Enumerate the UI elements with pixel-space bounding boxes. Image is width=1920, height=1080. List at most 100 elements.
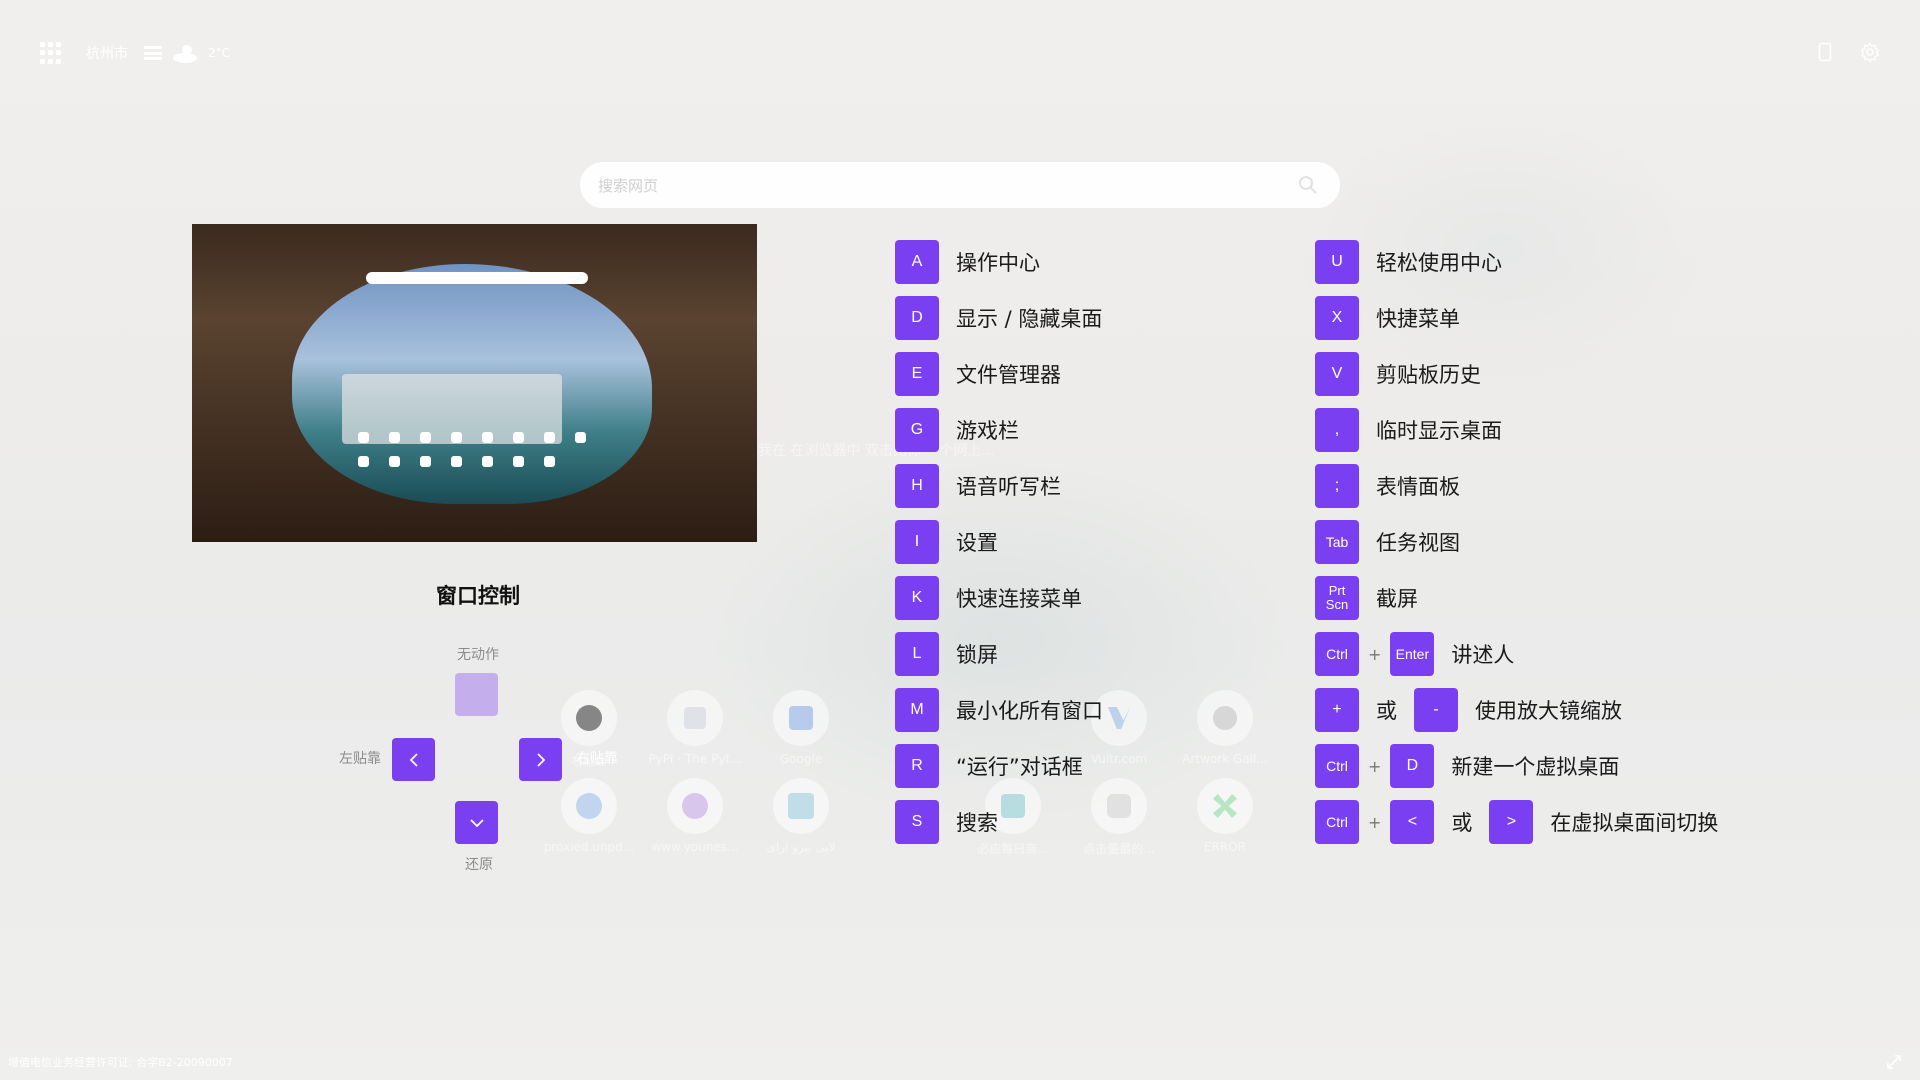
shortcut-desc: 讲述人: [1451, 643, 1515, 667]
shortcut-row: ; 表情面板: [1315, 464, 1460, 508]
shortcut-key: ;: [1315, 464, 1359, 508]
apps-grid-icon[interactable]: [40, 42, 62, 64]
or-text: 或: [1451, 811, 1473, 835]
shortcut-row: Prt Scn 截屏: [1315, 576, 1418, 620]
chevron-right-icon: [536, 752, 545, 767]
ghost-tile: 点击量最的...: [1083, 778, 1174, 857]
shortcut-row: X 快捷菜单: [1315, 296, 1460, 340]
window-snap-preview-image: [192, 224, 757, 542]
shortcut-desc: 在虚拟桌面间切换: [1550, 811, 1719, 835]
ghost-tile: ERROR: [1197, 778, 1280, 854]
shortcut-desc: 锁屏: [956, 643, 998, 667]
search-input[interactable]: [596, 174, 1250, 198]
shortcut-row: A 操作中心: [895, 240, 1040, 284]
shortcut-desc: 临时显示桌面: [1376, 419, 1502, 443]
shortcut-desc: 截屏: [1376, 587, 1418, 611]
restore-key[interactable]: [455, 801, 498, 844]
plus-sign: +: [1368, 644, 1382, 664]
shortcut-desc: 显示 / 隐藏桌面: [956, 307, 1103, 331]
snap-right-key[interactable]: [519, 738, 562, 781]
ctrl-key: Ctrl: [1315, 632, 1359, 676]
shortcut-row: H 语音听写栏: [895, 464, 1061, 508]
weather-city[interactable]: 杭州市: [86, 43, 128, 63]
right-arrow-key: >: [1489, 800, 1534, 844]
shortcut-row: E 文件管理器: [895, 352, 1061, 396]
shortcut-key: V: [1315, 352, 1359, 396]
shortcut-key: D: [895, 296, 939, 340]
vultr-icon: [1108, 707, 1130, 729]
ghost-tile: proxied.unpd...: [544, 778, 644, 854]
shortcut-desc: 游戏栏: [956, 419, 1019, 443]
chevron-left-icon: [409, 752, 418, 767]
shortcut-desc: 快速连接菜单: [956, 587, 1082, 611]
restore-label: 还原: [465, 857, 493, 873]
shortcut-desc: 文件管理器: [956, 363, 1061, 387]
shortcut-row-magnifier: + 或 - 使用放大镜缩放: [1315, 688, 1622, 732]
fullscreen-icon[interactable]: [1886, 1054, 1902, 1070]
shortcut-row: U 轻松使用中心: [1315, 240, 1502, 284]
shortcut-key: H: [895, 464, 939, 508]
search-icon[interactable]: [1298, 175, 1318, 195]
enter-key: Enter: [1390, 632, 1435, 676]
plus-sign: +: [1368, 756, 1382, 776]
shortcut-desc: 搜索: [956, 811, 998, 835]
ghost-tile: www.younes...: [652, 778, 750, 854]
shortcut-row: M 最小化所有窗口: [895, 688, 1103, 732]
shortcut-key: I: [895, 520, 939, 564]
v-icon: [682, 793, 708, 819]
shortcut-key: M: [895, 688, 939, 732]
s-icon: [788, 793, 814, 819]
shortcut-row: Tab 任务视图: [1315, 520, 1460, 564]
shortcut-desc: 表情面板: [1376, 475, 1460, 499]
ghost-tile: Artwork Gall...: [1182, 690, 1280, 766]
github-icon: [576, 705, 602, 731]
google-translate-icon: [789, 706, 813, 730]
window-control-title: 窗口控制: [436, 584, 520, 608]
maximize-key[interactable]: ^: [455, 673, 498, 716]
plus-key: +: [1315, 688, 1359, 732]
shortcut-row: G 游戏栏: [895, 408, 1019, 452]
shortcut-row-new-desktop: Ctrl + D 新建一个虚拟桌面: [1315, 744, 1619, 788]
shortcut-desc: 设置: [956, 531, 998, 555]
shortcut-row-switch-desktop: Ctrl + < 或 > 在虚拟桌面间切换: [1315, 800, 1718, 844]
shortcut-desc: 轻松使用中心: [1376, 251, 1502, 275]
shortcut-key: E: [895, 352, 939, 396]
shortcut-desc: 最小化所有窗口: [956, 699, 1103, 723]
gear-icon[interactable]: [1860, 42, 1880, 62]
snap-right-label: 右贴靠: [576, 751, 618, 767]
air-quality-icon: [144, 46, 162, 60]
shortcut-key: R: [895, 744, 939, 788]
weather-temperature: 2°C: [208, 46, 231, 60]
ghost-tile: Google: [773, 690, 856, 766]
search-bar: [580, 162, 1340, 208]
snap-left-key[interactable]: [392, 738, 435, 781]
shortcut-desc: 语音听写栏: [956, 475, 1061, 499]
ctrl-key: Ctrl: [1315, 800, 1359, 844]
shortcut-row: V 剪贴板历史: [1315, 352, 1481, 396]
paw-icon: [1213, 706, 1237, 730]
shortcut-key: Prt Scn: [1315, 576, 1359, 620]
shortcut-key: Tab: [1315, 520, 1359, 564]
shortcut-row: L 锁屏: [895, 632, 998, 676]
x-icon: [1213, 794, 1237, 818]
minus-key: -: [1414, 688, 1458, 732]
phone-icon[interactable]: [1818, 42, 1832, 62]
shortcut-desc: 使用放大镜缩放: [1475, 699, 1622, 723]
shortcut-desc: 操作中心: [956, 251, 1040, 275]
left-arrow-key: <: [1390, 800, 1435, 844]
u-icon: [576, 793, 602, 819]
bing-icon: [1001, 794, 1025, 818]
disk-icon: [1107, 794, 1131, 818]
shortcut-desc: “运行”对话框: [956, 755, 1083, 779]
d-key: D: [1390, 744, 1435, 788]
snap-left-label: 左贴靠: [339, 751, 381, 767]
shortcut-row: R “运行”对话框: [895, 744, 1083, 788]
no-action-label: 无动作: [457, 647, 499, 663]
icp-license-text[interactable]: 增值电信业务经营许可证: 合字B2-20090007: [8, 1054, 233, 1070]
shortcut-desc: 剪贴板历史: [1376, 363, 1481, 387]
shortcut-desc: 快捷菜单: [1376, 307, 1460, 331]
shortcut-key: L: [895, 632, 939, 676]
top-bar-left: 杭州市 2°C: [40, 42, 230, 64]
chevron-down-icon: [469, 818, 484, 827]
shortcut-row: D 显示 / 隐藏桌面: [895, 296, 1102, 340]
